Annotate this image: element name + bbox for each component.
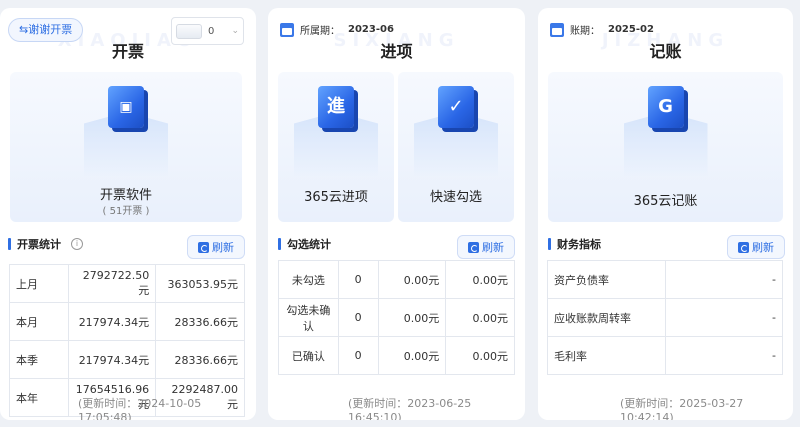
table-row: 本月 217974.34元 28336.66元 [8, 302, 245, 341]
chevron-down-icon: ⌄ [231, 26, 239, 36]
row-label: 勾选未确认 [278, 298, 339, 337]
amount-cell: 217974.34元 [68, 302, 157, 341]
purchase-card: SIXIANG 所属期： 2023-06 进项 進 365云进项 ✓ 快速勾选 … [268, 8, 525, 420]
period-value: 2025-02 [608, 24, 654, 35]
accounting-title: 记账 [649, 42, 682, 61]
amount-cell: 0.00元 [377, 260, 447, 299]
count-cell: 0 [337, 260, 379, 299]
purchase-product-icon: 進 [294, 86, 378, 178]
info-icon[interactable]: i [71, 238, 83, 250]
accounting-card: JIZHANG 账期： 2025-02 记账 G 365云记账 财务指标 刷新 … [538, 8, 793, 420]
calendar-icon [280, 22, 294, 37]
metric-value: - [664, 298, 784, 337]
purchase-updated-time: (更新时间：2023-06-25 16:45:10) [348, 397, 472, 420]
tax-cell: 363053.95元 [155, 264, 245, 303]
checkmark-icon: ✓ [414, 86, 498, 178]
table-row: 资产负债率 - [547, 260, 784, 299]
accounting-refresh-button[interactable]: 刷新 [727, 235, 785, 259]
tax-cell: 0.00元 [445, 336, 515, 375]
period-value: 2023-06 [348, 24, 394, 35]
table-row: 应收账款周转率 - [547, 298, 784, 337]
invoice-stats-heading: 开票统计 i [8, 236, 83, 252]
invoice-refresh-button[interactable]: 刷新 [187, 235, 245, 259]
finance-metrics-table: 资产负债率 - 应收账款周转率 - 毛利率 - [547, 260, 784, 375]
row-label: 本季 [8, 340, 70, 379]
invoice-software-icon: ▣ [84, 86, 168, 178]
company-dropdown-value: 0 [208, 25, 215, 37]
table-row: 本季 217974.34元 28336.66元 [8, 340, 245, 379]
accounting-product-tile[interactable]: G 365云记账 [548, 72, 783, 222]
tax-cell: 0.00元 [445, 260, 515, 299]
amount-cell: 217974.34元 [68, 340, 157, 379]
company-logo-thumb [176, 23, 202, 39]
purchase-stats-table: 未勾选 0 0.00元 0.00元 勾选未确认 0 0.00元 0.00元 已确… [278, 260, 515, 375]
metric-label: 应收账款周转率 [547, 298, 666, 337]
finance-metrics-title: 财务指标 [557, 238, 601, 251]
calendar-icon [550, 22, 564, 37]
ledger-icon: G [623, 86, 708, 178]
invoice-software-label: 开票软件 [99, 188, 152, 203]
accounting-product-label: 365云记账 [633, 194, 698, 209]
amount-cell: 0.00元 [377, 298, 447, 337]
period-label: 所属期： [300, 26, 340, 37]
row-label: 本月 [8, 302, 70, 341]
metric-label: 资产负债率 [547, 260, 666, 299]
purchase-period: 所属期： 2023-06 [280, 22, 394, 37]
table-row: 未勾选 0 0.00元 0.00元 [278, 260, 515, 299]
quick-select-label: 快速勾选 [429, 190, 482, 205]
row-label: 已确认 [278, 336, 339, 375]
purchase-product-label: 365云进项 [304, 190, 368, 205]
metric-value: - [664, 336, 784, 375]
row-label: 未勾选 [278, 260, 339, 299]
table-row: 已确认 0 0.00元 0.00元 [278, 336, 515, 375]
invoice-stats-title: 开票统计 [17, 238, 61, 251]
table-row: 上月 2792722.50元 363053.95元 [8, 264, 245, 303]
amount-cell: 0.00元 [377, 336, 447, 375]
period-label: 账期： [570, 26, 600, 37]
finance-metrics-heading: 财务指标 [548, 236, 601, 252]
metric-label: 毛利率 [547, 336, 666, 375]
invoice-updated-time: (更新时间：2024-10-05 17:05:48) [78, 397, 202, 420]
accounting-updated-time: (更新时间：2025-03-27 10:42:14) [620, 397, 744, 420]
invoice-software-sub: ( 51开票 ) [102, 206, 150, 217]
count-cell: 0 [337, 336, 379, 375]
amount-cell: 2792722.50元 [68, 264, 157, 303]
metric-value: - [664, 260, 784, 299]
row-label: 本年 [8, 378, 70, 417]
invoice-card: XIAOJIAO ⇆谢谢开票 0 ⌄ 开票 ▣ 开票软件 ( 51开票 ) 开票… [0, 8, 256, 420]
purchase-stats-title: 勾选统计 [287, 238, 331, 251]
row-label: 上月 [8, 264, 70, 303]
invoice-title: 开票 [111, 42, 144, 61]
invoice-software-tile[interactable]: ▣ 开票软件 ( 51开票 ) [10, 72, 242, 222]
refresh-label: 刷新 [212, 241, 234, 254]
refresh-label: 刷新 [482, 241, 504, 254]
tax-cell: 28336.66元 [155, 302, 245, 341]
purchase-product-tile[interactable]: 進 365云进项 [278, 72, 394, 222]
table-row: 毛利率 - [547, 336, 784, 375]
count-cell: 0 [337, 298, 379, 337]
table-row: 勾选未确认 0 0.00元 0.00元 [278, 298, 515, 337]
accounting-period: 账期： 2025-02 [550, 22, 654, 37]
refresh-icon [738, 241, 749, 253]
refresh-icon [468, 241, 479, 253]
quick-select-tile[interactable]: ✓ 快速勾选 [398, 72, 514, 222]
refresh-icon [198, 241, 209, 253]
refresh-label: 刷新 [752, 241, 774, 254]
tax-cell: 28336.66元 [155, 340, 245, 379]
tax-cell: 0.00元 [445, 298, 515, 337]
purchase-stats-heading: 勾选统计 [278, 236, 331, 252]
purchase-refresh-button[interactable]: 刷新 [457, 235, 515, 259]
purchase-title: 进项 [380, 42, 413, 61]
